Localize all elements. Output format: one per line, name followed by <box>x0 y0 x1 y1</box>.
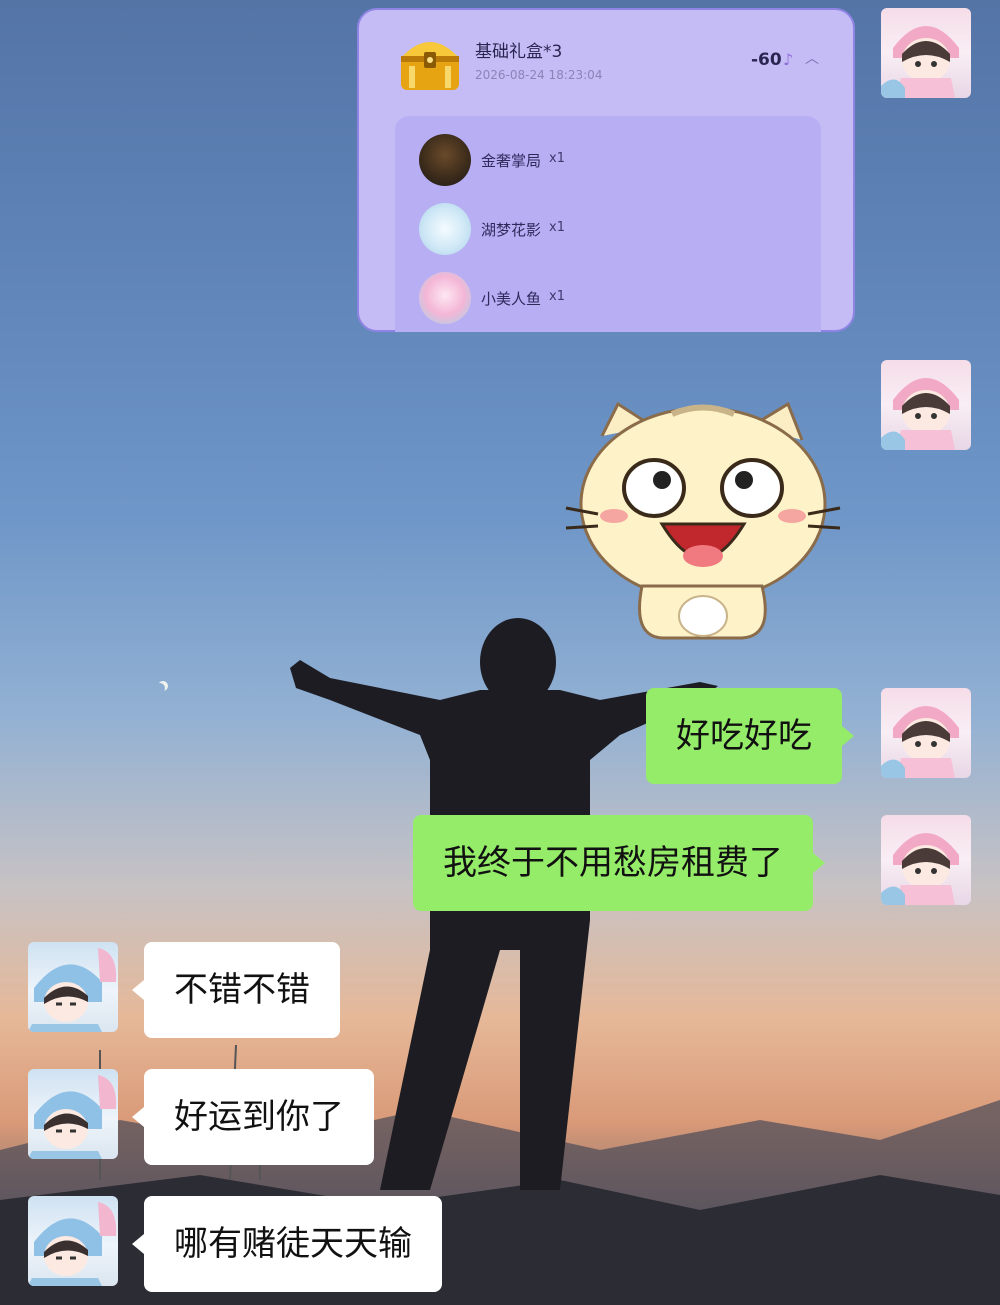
girl-avatar-icon <box>881 378 959 450</box>
message-text: 哪有赌徒天天输 <box>174 1224 412 1264</box>
boy-avatar-icon <box>28 1202 117 1286</box>
treasure-chest-icon <box>395 32 465 94</box>
gift-title: 基础礼盒*3 <box>475 42 563 62</box>
gift-item-name: 湖梦花影 <box>481 221 542 239</box>
boy-avatar-icon <box>28 1075 117 1159</box>
girl-avatar-icon <box>881 833 959 905</box>
message-text: 我终于不用愁房租费了 <box>443 843 783 883</box>
contact-avatar[interactable] <box>28 1069 118 1159</box>
gift-items-panel: 金奢掌局 x1 湖梦花影 x1 小美人鱼 x1 <box>395 116 821 332</box>
received-message-bubble[interactable]: 不错不错 <box>132 942 340 1038</box>
message-text: 好运到你了 <box>174 1097 344 1137</box>
gift-item: 小美人鱼 x1 <box>419 272 799 324</box>
girl-avatar-icon <box>881 26 959 98</box>
self-avatar[interactable] <box>881 8 971 98</box>
gift-item-thumbnail <box>419 134 471 186</box>
gift-item-thumbnail <box>419 203 471 255</box>
gift-item-name: 小美人鱼 <box>481 290 542 308</box>
message-text: 不错不错 <box>174 970 310 1010</box>
cat-laughing-sticker[interactable] <box>562 396 844 650</box>
self-avatar[interactable] <box>881 360 971 450</box>
cat-sticker-icon <box>565 401 841 640</box>
gift-item: 金奢掌局 x1 <box>419 134 799 186</box>
contact-avatar[interactable] <box>28 942 118 1032</box>
gift-box-card[interactable]: 基础礼盒*3 2026-08-24 18:23:04 -60 ♪ ︿ 金奢掌局 … <box>357 8 855 332</box>
chevron-up-icon[interactable]: ︿ <box>805 48 819 68</box>
gift-item-qty: x1 <box>549 220 565 235</box>
message-text: 好吃好吃 <box>676 716 812 756</box>
gift-item: 湖梦花影 x1 <box>419 203 799 255</box>
coin-icon: ♪ <box>783 50 794 69</box>
gift-item-qty: x1 <box>549 151 565 166</box>
gift-cost: -60 <box>751 50 782 70</box>
self-avatar[interactable] <box>881 815 971 905</box>
self-avatar[interactable] <box>881 688 971 778</box>
sent-message-bubble[interactable]: 好吃好吃 <box>646 688 854 784</box>
received-message-bubble[interactable]: 哪有赌徒天天输 <box>132 1196 442 1292</box>
gift-timestamp: 2026-08-24 18:23:04 <box>475 68 603 82</box>
gift-item-qty: x1 <box>549 289 565 304</box>
girl-avatar-icon <box>881 706 959 778</box>
contact-avatar[interactable] <box>28 1196 118 1286</box>
gift-item-thumbnail <box>419 272 471 324</box>
gift-item-name: 金奢掌局 <box>481 152 542 170</box>
boy-avatar-icon <box>28 948 117 1032</box>
received-message-bubble[interactable]: 好运到你了 <box>132 1069 374 1165</box>
sent-message-bubble[interactable]: 我终于不用愁房租费了 <box>413 815 825 911</box>
